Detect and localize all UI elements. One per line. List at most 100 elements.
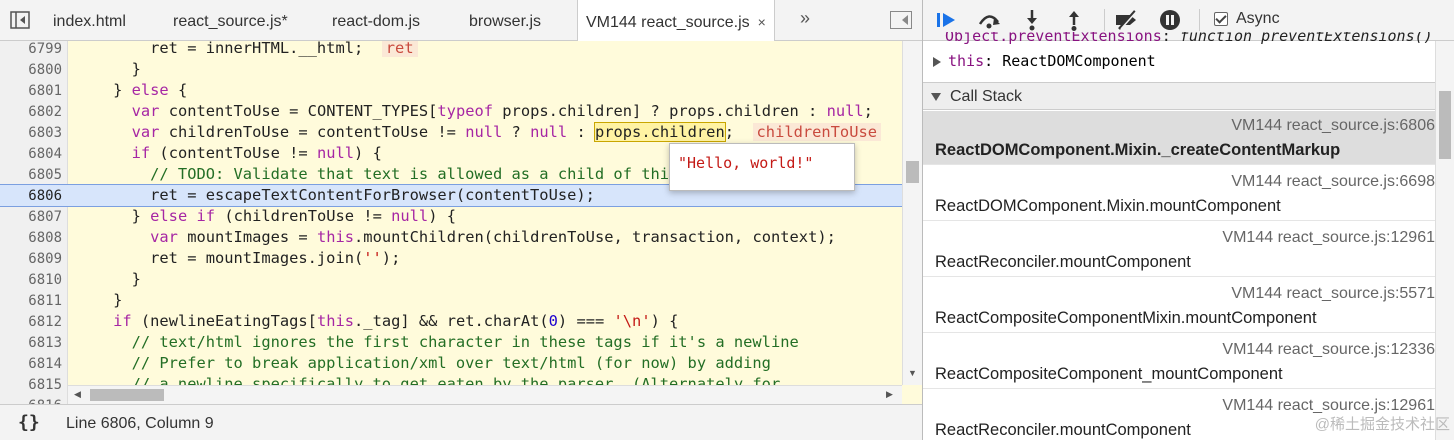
line-number[interactable]: 6813 xyxy=(0,333,62,354)
scrollbar-thumb[interactable] xyxy=(906,161,919,183)
code-line[interactable]: 6812 if (newlineEatingTags[this._tag] &&… xyxy=(0,311,902,332)
line-number[interactable]: 6804 xyxy=(0,144,62,165)
more-tabs-icon[interactable]: » xyxy=(800,8,810,29)
scroll-down-icon[interactable]: ▼ xyxy=(908,368,917,378)
code-line[interactable]: 6800 } xyxy=(0,59,902,80)
async-label: Async xyxy=(1236,10,1280,27)
line-number[interactable]: 6805 xyxy=(0,165,62,186)
frame-function-name: ReactReconciler.mountComponent xyxy=(935,253,1191,271)
code-text: // text/html ignores the first character… xyxy=(76,333,799,351)
frame-location[interactable]: VM144 react_source.js:12336 xyxy=(1222,341,1435,359)
tab-react-dom[interactable]: react-dom.js xyxy=(332,0,420,40)
line-number[interactable]: 6807 xyxy=(0,207,62,228)
line-number[interactable]: 6816 xyxy=(0,396,62,404)
code-text: ret = escapeTextContentForBrowser(conten… xyxy=(76,186,595,204)
code-line[interactable]: 6810 } xyxy=(0,269,902,290)
frame-function-name: ReactReconciler.mountComponent xyxy=(935,421,1191,439)
tab-react-source-modified[interactable]: react_source.js* xyxy=(173,0,288,40)
step-over-icon xyxy=(978,15,1000,29)
line-number[interactable]: 6806 xyxy=(0,186,62,207)
line-number[interactable]: 6815 xyxy=(0,375,62,396)
call-frame[interactable]: VM144 react_source.js:12336 ReactComposit… xyxy=(923,335,1435,389)
toggle-navigator-button[interactable] xyxy=(0,0,40,40)
toolbar-separator xyxy=(1104,9,1105,31)
frame-location[interactable]: VM144 react_source.js:6806 xyxy=(1231,117,1435,135)
pretty-print-button[interactable]: {} xyxy=(18,412,40,433)
deactivate-breakpoints-button[interactable] xyxy=(1113,8,1141,32)
code-text: } xyxy=(76,270,141,288)
line-number[interactable]: 6810 xyxy=(0,270,62,291)
editor-vertical-scrollbar[interactable]: ▼ xyxy=(902,41,922,385)
code-line[interactable]: 6813 // text/html ignores the first char… xyxy=(0,332,902,353)
value-popover: "Hello, world!" xyxy=(669,143,855,191)
code-line[interactable]: 6807 } else if (childrenToUse != null) { xyxy=(0,206,902,227)
line-number[interactable]: 6801 xyxy=(0,81,62,102)
line-number[interactable]: 6809 xyxy=(0,249,62,270)
call-frame[interactable]: VM144 react_source.js:6806 ReactDOMCompon… xyxy=(923,111,1435,165)
code-line[interactable]: 6809 ret = mountImages.join(''); xyxy=(0,248,902,269)
pause-on-exceptions-button[interactable] xyxy=(1156,8,1184,32)
frame-function-name: ReactDOMComponent.Mixin._createContentMa… xyxy=(935,141,1341,159)
tab-browser[interactable]: browser.js xyxy=(469,0,541,40)
code-text: if (newlineEatingTags[this._tag] && ret.… xyxy=(113,312,679,330)
code-line[interactable]: 6803 var childrenToUse = contentToUse !=… xyxy=(0,122,902,143)
code-line[interactable]: 6814 // Prefer to break application/xml … xyxy=(0,353,902,374)
sidebar-scrollbar[interactable] xyxy=(1435,41,1454,440)
frame-function-name: ReactDOMComponent.Mixin.mountComponent xyxy=(935,197,1281,215)
editor-tab-bar: index.html react_source.js* react-dom.js… xyxy=(0,0,922,41)
line-number[interactable]: 6814 xyxy=(0,354,62,375)
call-frame[interactable]: VM144 react_source.js:6698 ReactDOMCompon… xyxy=(923,167,1435,221)
code-text: if (contentToUse != null) { xyxy=(131,144,382,162)
close-icon[interactable]: × xyxy=(758,0,766,44)
expand-triangle-icon[interactable] xyxy=(933,56,941,67)
toolbar-separator xyxy=(1199,9,1200,31)
async-checkbox[interactable] xyxy=(1214,12,1228,26)
cursor-position: Line 6806, Column 9 xyxy=(66,415,214,432)
code-text: // TODO: Validate that text is allowed a… xyxy=(76,165,725,183)
call-frame[interactable]: VM144 react_source.js:5571 ReactComposite… xyxy=(923,279,1435,333)
frame-function-name: ReactCompositeComponentMixin.mountCompon… xyxy=(935,309,1317,327)
frame-location[interactable]: VM144 react_source.js:6698 xyxy=(1231,173,1435,191)
code-text: var childrenToUse = contentToUse != null… xyxy=(76,122,881,143)
tab-index-html[interactable]: index.html xyxy=(53,0,126,40)
line-number[interactable]: 6803 xyxy=(0,123,62,144)
code-line[interactable]: 6808 var mountImages = this.mountChildre… xyxy=(0,227,902,248)
code-text: } xyxy=(76,291,123,309)
scroll-right-icon[interactable]: ▶ xyxy=(886,389,893,400)
sidebar-toggle-icon xyxy=(10,11,30,29)
step-into-button[interactable] xyxy=(1018,8,1046,32)
editor-status-bar: {} Line 6806, Column 9 xyxy=(0,404,922,440)
scroll-left-icon[interactable]: ◀ xyxy=(74,389,81,400)
step-out-button[interactable] xyxy=(1060,8,1088,32)
line-number[interactable]: 6799 xyxy=(0,41,62,60)
step-over-button[interactable] xyxy=(975,8,1003,32)
resume-icon xyxy=(937,13,955,27)
line-number[interactable]: 6802 xyxy=(0,102,62,123)
scrollbar-thumb[interactable] xyxy=(90,389,164,401)
frame-location[interactable]: VM144 react_source.js:12961 xyxy=(1222,229,1435,247)
scope-property-row[interactable]: Object.preventExtensions: function preve… xyxy=(923,32,1454,46)
tab-vm144-react-source[interactable]: VM144 react_source.js × xyxy=(577,0,775,41)
call-frame[interactable]: VM144 react_source.js:12961 ReactReconcil… xyxy=(923,223,1435,277)
code-text: // Prefer to break application/xml over … xyxy=(76,354,771,372)
line-number[interactable]: 6812 xyxy=(0,312,62,333)
line-number[interactable]: 6811 xyxy=(0,291,62,312)
code-editor[interactable]: 6799 ret = innerHTML.__html; ret 6800 } 68… xyxy=(0,41,922,404)
scope-this-row[interactable]: this: ReactDOMComponent xyxy=(923,50,1445,72)
resume-button[interactable] xyxy=(933,8,961,32)
code-line[interactable]: 6802 var contentToUse = CONTENT_TYPES[ty… xyxy=(0,101,902,122)
frame-location[interactable]: VM144 react_source.js:5571 xyxy=(1231,285,1435,303)
frame-function-name: ReactCompositeComponent_mountComponent xyxy=(935,365,1283,383)
toggle-debugger-panel-button[interactable] xyxy=(890,11,912,29)
code-line[interactable]: 6801 } else { xyxy=(0,80,902,101)
pause-exceptions-icon xyxy=(1160,10,1180,30)
line-number[interactable]: 6800 xyxy=(0,60,62,81)
editor-horizontal-scrollbar[interactable]: ◀ ▶ xyxy=(68,385,902,404)
call-stack-header[interactable]: Call Stack xyxy=(923,82,1435,110)
line-number[interactable]: 6808 xyxy=(0,228,62,249)
code-line[interactable]: 6799 ret = innerHTML.__html; ret xyxy=(0,41,902,59)
scrollbar-thumb[interactable] xyxy=(1439,91,1451,159)
code-text: var mountImages = this.mountChildren(chi… xyxy=(150,228,836,246)
code-text: ret = mountImages.join(''); xyxy=(76,249,401,267)
code-line[interactable]: 6811 } xyxy=(0,290,902,311)
